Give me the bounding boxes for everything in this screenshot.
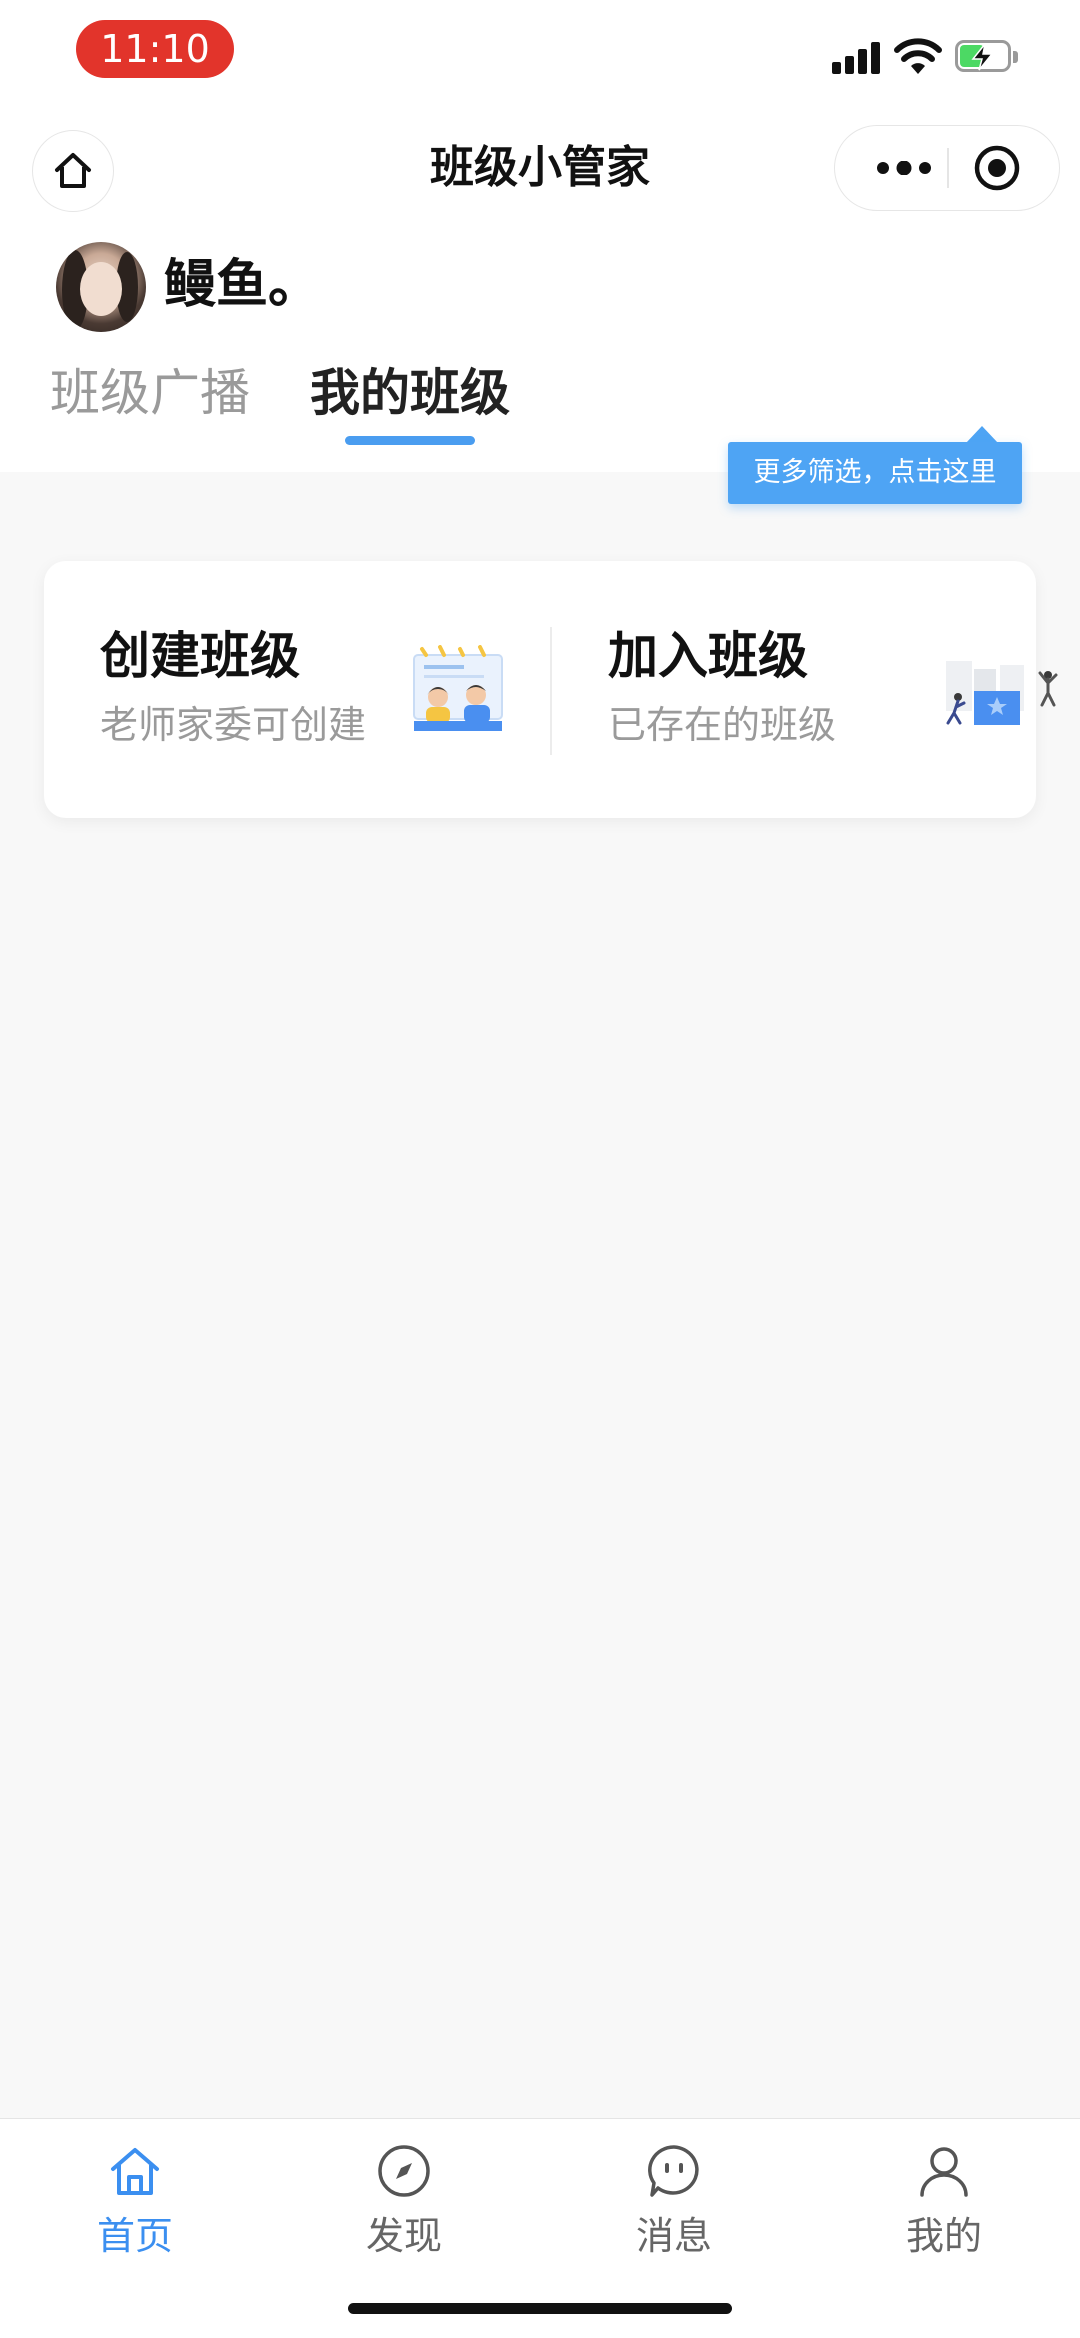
tooltip-arrow [966,426,998,443]
join-class-title: 加入班级 [608,627,808,685]
status-time: 11:10 [76,20,234,78]
miniprogram-capsule [834,125,1060,211]
tabbar-item-messages[interactable]: 消息 [574,2131,774,2261]
home-indicator [348,2303,732,2314]
create-class-title: 创建班级 [100,627,300,685]
tabbar-item-home[interactable]: 首页 [35,2131,235,2261]
tab-my-class[interactable]: 我的班级 [310,360,510,426]
close-target-icon[interactable] [973,144,1021,192]
create-class-button[interactable]: 创建班级 老师家委可创建 [44,561,534,818]
avatar[interactable] [56,242,146,332]
join-class-subtitle: 已存在的班级 [608,703,837,747]
create-class-illustration-icon [413,645,503,731]
header: 鳗鱼。 班级广播 我的班级 [0,230,1080,472]
more-dots-icon [877,161,931,175]
active-tab-indicator [345,436,475,445]
status-bar: 11:10 [0,0,1080,110]
user-name: 鳗鱼。 [164,255,321,315]
class-action-card: 创建班级 老师家委可创建 加入班级 已存在的班级 [44,561,1058,818]
capsule-divider [947,148,949,188]
tabbar-label-discover: 发现 [365,2214,442,2258]
join-class-illustration-icon [946,661,1058,725]
home-icon [111,2148,159,2195]
tabbar-label-home: 首页 [96,2214,173,2258]
join-class-button[interactable]: 加入班级 已存在的班级 [552,561,1058,818]
chat-icon [648,2145,699,2197]
wifi-icon [894,38,942,74]
tab-class-broadcast[interactable]: 班级广播 [50,360,250,426]
cellular-signal-icon [832,40,882,74]
more-button[interactable] [869,126,939,210]
battery-charging-icon [955,40,1021,74]
tabbar-item-mine[interactable]: 我的 [844,2131,1044,2261]
filter-tooltip[interactable]: 更多筛选，点击这里 [728,442,1022,504]
tabbar-label-messages: 消息 [635,2214,712,2258]
compass-icon [378,2145,430,2197]
create-class-subtitle: 老师家委可创建 [100,703,367,747]
nav-bar: 班级小管家 [0,110,1080,230]
person-icon [920,2147,968,2197]
tabbar-item-discover[interactable]: 发现 [304,2131,504,2261]
tabbar-label-mine: 我的 [905,2214,982,2258]
